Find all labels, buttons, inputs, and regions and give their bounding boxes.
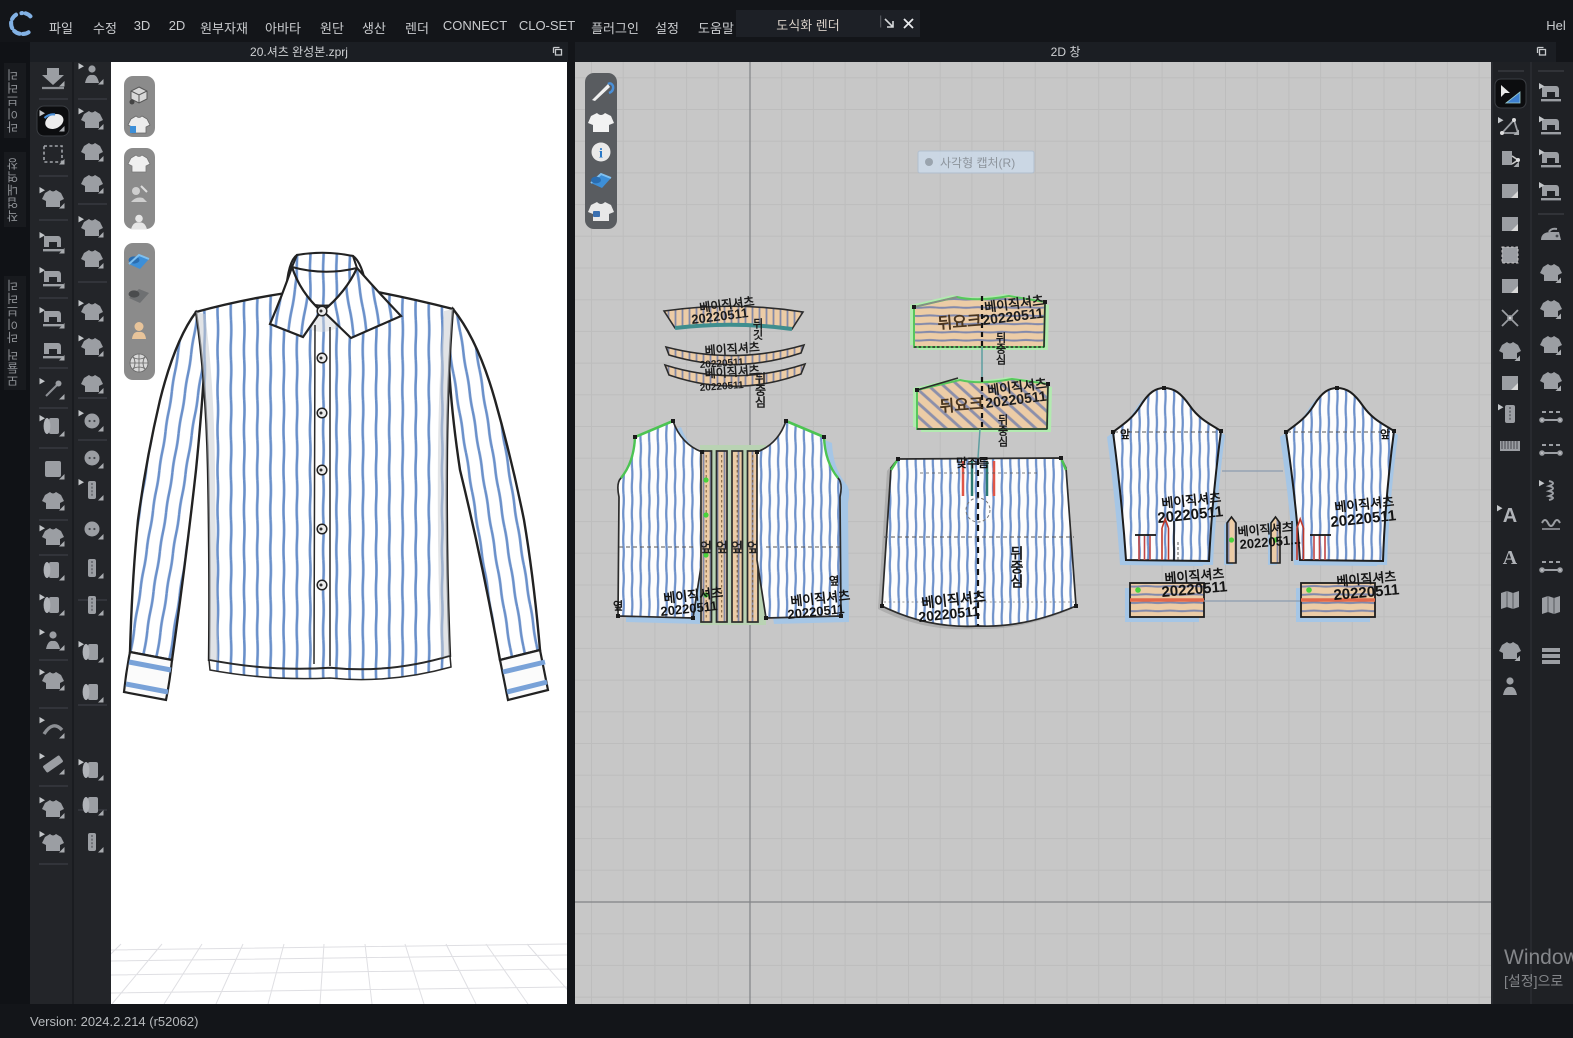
svg-text:옆: 옆 [827,575,839,586]
svg-text:A: A [1503,547,1518,569]
svg-text:뒤중심: 뒤중심 [753,372,767,409]
svg-text:앞: 앞 [1120,428,1130,441]
svg-text:옆: 옆 [611,600,623,611]
svg-text:뒤깃: 뒤깃 [751,318,763,341]
svg-text:엎: 엎 [700,540,712,555]
svg-text:i: i [599,147,603,162]
svg-text:A: A [1503,505,1517,527]
svg-text:뒤중심: 뒤중심 [996,414,1008,447]
svg-text:엎: 엎 [716,540,728,555]
svg-text:사각형 캡처(R): 사각형 캡처(R) [940,156,1015,170]
svg-text:뒤중심: 뒤중심 [994,332,1006,365]
svg-text:맞주름: 맞주름 [956,455,989,470]
svg-text:앞: 앞 [1380,428,1390,441]
svg-text:뒤중심: 뒤중심 [1009,546,1025,589]
svg-text:엎: 엎 [731,540,743,555]
